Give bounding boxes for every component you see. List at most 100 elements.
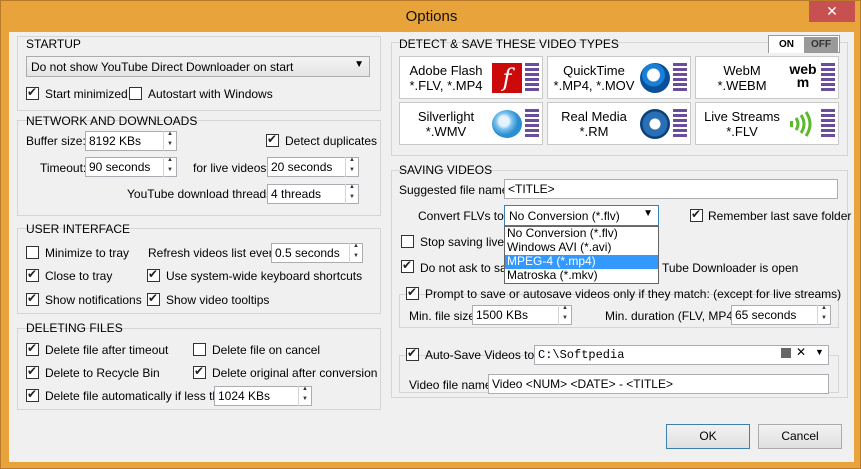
film-strip-icon bbox=[673, 63, 687, 93]
videoname-label: Video file name: bbox=[409, 378, 495, 392]
min-size-spinner[interactable] bbox=[558, 305, 572, 325]
do-not-ask-checkbox[interactable] bbox=[401, 258, 414, 273]
min-size-label: Min. file size: bbox=[409, 309, 479, 323]
min-duration-label: Min. duration (FLV, MP4): bbox=[605, 309, 741, 323]
threads-label: YouTube download threads: bbox=[127, 187, 276, 201]
detect-duplicates-label: Detect duplicates bbox=[285, 134, 378, 148]
autostart-label: Autostart with Windows bbox=[148, 87, 273, 101]
timeout-spinner[interactable] bbox=[163, 157, 177, 177]
minimize-tray-checkbox[interactable] bbox=[26, 246, 39, 259]
options-window: Options ✕ STARTUP Do not show YouTube Di… bbox=[0, 0, 861, 469]
type-name: Live Streams bbox=[704, 109, 780, 124]
min-duration-input[interactable]: 65 seconds bbox=[731, 305, 831, 325]
ui-title: USER INTERFACE bbox=[26, 222, 131, 236]
delete-size-spinner[interactable] bbox=[298, 386, 312, 406]
stop-saving-label: Stop saving live st bbox=[420, 235, 517, 249]
buffer-spinner[interactable] bbox=[163, 131, 177, 151]
delete-timeout-checkbox[interactable] bbox=[26, 341, 39, 356]
type-tile-webm[interactable]: WebM *.WEBM web m bbox=[695, 56, 839, 99]
start-minimized-label: Start minimized bbox=[45, 87, 128, 101]
show-tooltips-checkbox[interactable] bbox=[147, 291, 160, 306]
remember-folder-checkbox[interactable] bbox=[690, 207, 703, 222]
type-ext: *.FLV bbox=[726, 124, 758, 139]
suggested-label: Suggested file name: bbox=[399, 183, 512, 197]
suggested-input[interactable]: <TITLE> bbox=[504, 179, 838, 199]
type-name: Real Media bbox=[561, 109, 627, 124]
film-strip-icon bbox=[821, 63, 835, 93]
autostart-checkbox[interactable] bbox=[129, 87, 142, 100]
min-duration-spinner[interactable] bbox=[817, 305, 831, 325]
videoname-input[interactable]: Video <NUM> <DATE> - <TITLE> bbox=[488, 374, 829, 394]
prompt-match-checkbox[interactable] bbox=[406, 285, 419, 300]
type-ext: *.WMV bbox=[425, 124, 467, 139]
convert-select[interactable]: No Conversion (*.flv) ▼ bbox=[504, 205, 659, 226]
type-name: Silverlight bbox=[417, 109, 475, 124]
delete-cancel-checkbox[interactable] bbox=[193, 343, 206, 356]
threads-spinner[interactable] bbox=[345, 184, 359, 204]
keyboard-shortcuts-checkbox[interactable] bbox=[147, 267, 160, 282]
type-tile-flash[interactable]: Adobe Flash *.FLV, *.MP4 f bbox=[399, 56, 543, 99]
convert-option[interactable]: Windows AVI (*.avi) bbox=[505, 241, 658, 255]
convert-label: Convert FLVs to: bbox=[418, 209, 508, 223]
convert-option[interactable]: No Conversion (*.flv) bbox=[505, 227, 658, 241]
convert-option[interactable]: Matroska (*.mkv) bbox=[505, 269, 658, 283]
toggle-on[interactable]: ON bbox=[769, 37, 804, 53]
convert-option[interactable]: MPEG-4 (*.mp4) bbox=[505, 255, 658, 269]
delete-cancel-label: Delete file on cancel bbox=[212, 343, 321, 357]
type-tile-silverlight[interactable]: Silverlight *.WMV bbox=[399, 102, 543, 145]
type-tile-quicktime[interactable]: QuickTime *.MP4, *.MOV bbox=[547, 56, 691, 99]
detect-toggle[interactable]: ON OFF bbox=[768, 35, 840, 53]
type-name: Adobe Flash bbox=[409, 63, 483, 78]
refresh-spinner[interactable] bbox=[349, 243, 363, 263]
delete-if-less-checkbox[interactable] bbox=[26, 387, 39, 402]
delete-if-less-label: Delete file automatically if less than: bbox=[45, 389, 236, 403]
show-notifications-label: Show notifications bbox=[45, 293, 142, 307]
show-notifications-checkbox[interactable] bbox=[26, 291, 39, 306]
title-bar: Options ✕ bbox=[1, 1, 861, 32]
close-button[interactable]: ✕ bbox=[809, 1, 855, 22]
clear-icon[interactable]: ✕ bbox=[796, 345, 806, 359]
film-strip-icon bbox=[525, 109, 539, 139]
cancel-button[interactable]: Cancel bbox=[758, 424, 842, 449]
startup-mode-select[interactable]: Do not show YouTube Direct Downloader on… bbox=[26, 56, 370, 77]
detect-duplicates-checkbox[interactable] bbox=[266, 132, 279, 147]
detect-title: DETECT & SAVE THESE VIDEO TYPES bbox=[399, 37, 619, 51]
stop-saving-checkbox[interactable] bbox=[401, 235, 414, 248]
min-size-input[interactable]: 1500 KBs bbox=[472, 305, 572, 325]
autosave-label: Auto-Save Videos to: bbox=[425, 348, 538, 362]
window-title: Options bbox=[405, 8, 458, 25]
autosave-checkbox[interactable] bbox=[406, 346, 419, 361]
webm-icon: web m bbox=[789, 61, 817, 90]
start-minimized-checkbox[interactable] bbox=[26, 85, 39, 100]
close-tray-checkbox[interactable] bbox=[26, 267, 39, 282]
quicktime-icon bbox=[640, 63, 670, 93]
remember-folder-label: Remember last save folder bbox=[708, 209, 852, 223]
type-tile-livestreams[interactable]: Live Streams *.FLV bbox=[695, 102, 839, 145]
flash-icon: f bbox=[492, 63, 522, 93]
realmedia-icon bbox=[640, 109, 670, 139]
type-ext: *.RM bbox=[579, 124, 609, 139]
livestream-icon bbox=[790, 111, 812, 137]
live-timeout-label: for live videos: bbox=[193, 161, 270, 175]
chevron-down-icon: ▼ bbox=[643, 208, 653, 219]
saving-title: SAVING VIDEOS bbox=[399, 163, 493, 177]
recycle-bin-checkbox[interactable] bbox=[26, 364, 39, 379]
startup-title: STARTUP bbox=[26, 37, 81, 51]
type-tile-realmedia[interactable]: Real Media *.RM bbox=[547, 102, 691, 145]
silverlight-icon bbox=[492, 110, 522, 138]
chevron-down-icon: ▼ bbox=[354, 59, 364, 70]
ok-button[interactable]: OK bbox=[666, 424, 750, 449]
live-timeout-spinner[interactable] bbox=[345, 157, 359, 177]
startup-mode-value: Do not show YouTube Direct Downloader on… bbox=[31, 60, 294, 74]
toggle-off[interactable]: OFF bbox=[804, 37, 838, 53]
film-strip-icon bbox=[673, 109, 687, 139]
timeout-label: Timeout: bbox=[40, 161, 87, 175]
refresh-label: Refresh videos list every: bbox=[148, 246, 283, 260]
folder-icon[interactable] bbox=[781, 348, 791, 358]
convert-dropdown-list: No Conversion (*.flv) Windows AVI (*.avi… bbox=[504, 226, 659, 284]
network-title: NETWORK AND DOWNLOADS bbox=[26, 114, 198, 128]
type-ext: *.FLV, *.MP4 bbox=[409, 78, 483, 93]
chevron-down-icon[interactable]: ▼ bbox=[815, 347, 824, 357]
delete-original-checkbox[interactable] bbox=[193, 364, 206, 379]
close-tray-label: Close to tray bbox=[45, 269, 113, 283]
